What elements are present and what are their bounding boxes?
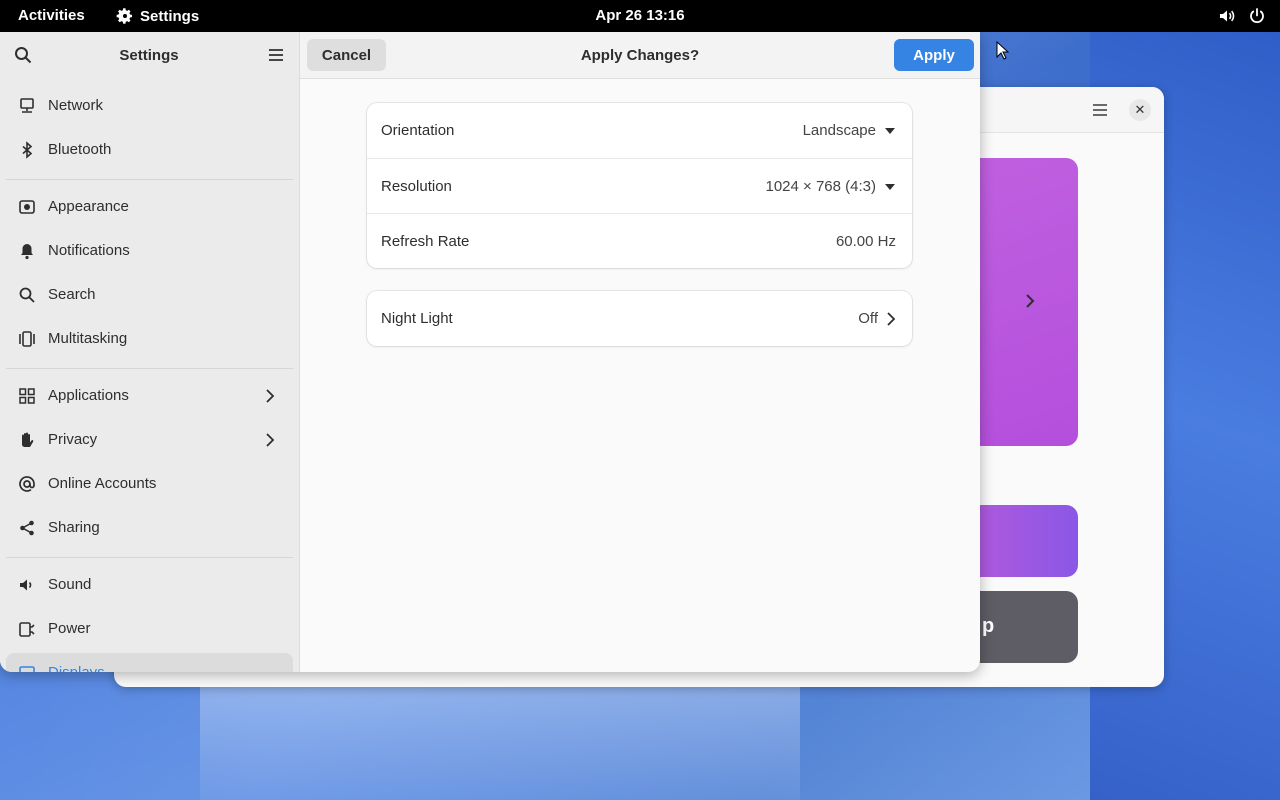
display-settings-group: Orientation Landscape Resolution 1024 × … xyxy=(367,103,912,268)
hamburger-menu-icon[interactable] xyxy=(266,45,286,65)
multitasking-icon xyxy=(19,331,35,347)
power-icon[interactable] xyxy=(1248,7,1266,25)
sidebar-item-notifications[interactable]: Notifications xyxy=(6,231,293,271)
page-title: Apply Changes? xyxy=(580,47,700,64)
appearance-icon xyxy=(19,200,35,214)
refresh-rate-label: Refresh Rate xyxy=(381,233,470,250)
night-light-row[interactable]: Night Light Off xyxy=(367,291,912,346)
sidebar-divider xyxy=(6,368,293,369)
resolution-row[interactable]: Resolution 1024 × 768 (4:3) xyxy=(367,158,912,213)
hamburger-menu-icon[interactable] xyxy=(1090,100,1110,120)
sidebar-item-label: Notifications xyxy=(48,242,130,259)
sidebar-item-bluetooth[interactable]: Bluetooth xyxy=(6,130,293,170)
chevron-right-icon xyxy=(266,389,275,403)
search-icon xyxy=(19,287,35,303)
chevron-right-icon xyxy=(266,433,275,447)
orientation-value: Landscape xyxy=(802,122,876,139)
power-plug-icon xyxy=(19,622,35,637)
sidebar-item-applications[interactable]: Applications xyxy=(6,376,293,416)
settings-window: Settings Network Bluetooth Appearance No… xyxy=(0,32,980,672)
sidebar-item-label: Multitasking xyxy=(48,330,128,347)
night-light-value: Off xyxy=(858,310,878,327)
main-content: Cancel Apply Changes? Apply Orientation … xyxy=(300,32,980,672)
orientation-row[interactable]: Orientation Landscape xyxy=(367,103,912,158)
caret-down-icon xyxy=(885,127,895,134)
share-icon xyxy=(20,520,34,536)
sidebar-header: Settings xyxy=(0,32,300,78)
bluetooth-icon xyxy=(22,141,33,159)
sidebar-item-label: Privacy xyxy=(48,431,98,448)
night-light-label: Night Light xyxy=(381,310,453,327)
volume-icon[interactable] xyxy=(1218,7,1236,25)
apply-button[interactable]: Apply xyxy=(894,39,974,71)
sidebar-item-label: Applications xyxy=(48,387,129,404)
sidebar-divider xyxy=(6,179,293,180)
chevron-right-icon xyxy=(1026,294,1035,308)
sidebar-item-label: Online Accounts xyxy=(48,475,157,492)
network-icon xyxy=(20,98,34,113)
night-light-status: Off xyxy=(858,310,896,327)
sidebar-item-label: Bluetooth xyxy=(48,141,112,158)
sidebar-item-label: Sharing xyxy=(48,519,100,536)
resolution-value: 1024 × 768 (4:3) xyxy=(765,178,876,195)
sidebar: Settings Network Bluetooth Appearance No… xyxy=(0,32,300,672)
wallpaper-shape xyxy=(200,680,800,800)
caret-down-icon xyxy=(885,183,895,190)
resolution-label: Resolution xyxy=(381,178,452,195)
refresh-rate-value: 60.00 Hz xyxy=(835,233,896,250)
sidebar-item-sound[interactable]: Sound xyxy=(6,565,293,605)
sidebar-item-label: Power xyxy=(48,620,91,637)
hand-icon xyxy=(22,432,34,447)
sidebar-item-appearance[interactable]: Appearance xyxy=(6,187,293,227)
sidebar-item-network[interactable]: Network xyxy=(6,86,293,126)
sidebar-item-label: Network xyxy=(48,97,104,114)
top-bar: Activities Settings Apr 26 13:16 xyxy=(0,0,1280,32)
sidebar-item-privacy[interactable]: Privacy xyxy=(6,420,293,460)
sidebar-item-power[interactable]: Power xyxy=(6,609,293,649)
sidebar-divider xyxy=(6,557,293,558)
sidebar-item-label: Search xyxy=(48,286,96,303)
sidebar-item-search[interactable]: Search xyxy=(6,275,293,315)
sidebar-item-label: Sound xyxy=(48,576,92,593)
mouse-pointer-icon xyxy=(996,41,1010,60)
display-icon xyxy=(19,666,35,672)
refresh-rate-row[interactable]: Refresh Rate 60.00 Hz xyxy=(367,213,912,268)
resolution-dropdown[interactable]: 1024 × 768 (4:3) xyxy=(765,178,896,195)
orientation-dropdown[interactable]: Landscape xyxy=(803,122,896,139)
sidebar-title: Settings xyxy=(119,47,179,64)
clock[interactable]: Apr 26 13:16 xyxy=(0,7,1280,24)
at-icon xyxy=(19,476,35,492)
content-header: Cancel Apply Changes? Apply xyxy=(300,32,980,79)
sidebar-item-multitasking[interactable]: Multitasking xyxy=(6,319,293,359)
bell-icon xyxy=(21,244,33,260)
sidebar-item-displays[interactable]: Displays xyxy=(6,653,293,672)
apps-grid-icon xyxy=(19,388,35,404)
sidebar-item-label: Appearance xyxy=(48,198,129,215)
chevron-right-icon xyxy=(887,311,896,326)
sidebar-item-label: Displays xyxy=(48,664,105,672)
orientation-label: Orientation xyxy=(381,122,455,139)
speaker-icon xyxy=(20,579,32,591)
night-light-group: Night Light Off xyxy=(367,291,912,346)
sidebar-item-online-accounts[interactable]: Online Accounts xyxy=(6,464,293,504)
background-card-text: p xyxy=(982,615,995,637)
close-icon[interactable]: ✕ xyxy=(1129,99,1151,121)
sidebar-item-sharing[interactable]: Sharing xyxy=(6,508,293,548)
system-tray[interactable] xyxy=(1218,7,1266,25)
